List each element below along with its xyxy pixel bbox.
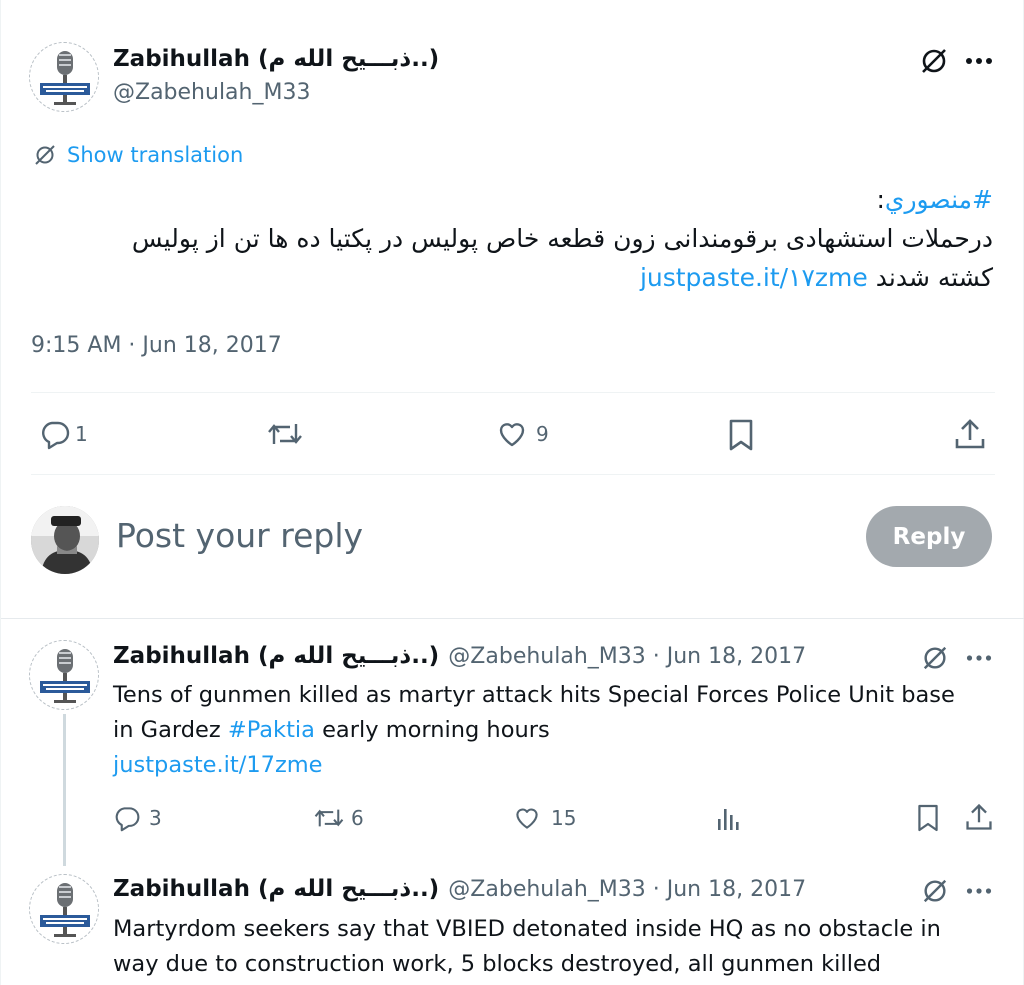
reply-button[interactable]: Reply [866, 506, 992, 567]
thread-text-line-1: Tens of gunmen killed as martyr attack h… [113, 682, 955, 708]
author-handle[interactable]: @Zabehulah_M33 [113, 80, 310, 105]
grok-icon[interactable] [919, 46, 949, 76]
more-icon[interactable] [965, 57, 993, 65]
like-icon [496, 418, 528, 450]
thread-header: Zabihullah (ذبـــیح الله م..) @Zabehulah… [113, 876, 806, 902]
bookmark-icon[interactable] [727, 418, 755, 452]
hashtag-line: #منصوري: [33, 180, 993, 219]
share-icon[interactable] [964, 802, 994, 832]
reply-count: 1 [75, 422, 88, 446]
thread-like-action[interactable]: 15 [513, 804, 576, 832]
tweet-body: #منصوري: درحملات استشهادی برقومندانی زون… [33, 180, 993, 297]
more-icon[interactable] [966, 887, 992, 895]
thread-text-line-2: in Gardez #Paktia early morning hours [113, 713, 1003, 748]
grok-icon[interactable] [921, 877, 949, 905]
show-translation-label: Show translation [67, 143, 244, 167]
microphone-avatar-icon [40, 883, 90, 937]
like-count: 9 [536, 422, 549, 446]
reply-input[interactable]: Post your reply [116, 516, 816, 555]
tweet-timestamp[interactable]: 9:15 AM · Jun 18, 2017 [31, 333, 282, 358]
reply-icon [39, 418, 71, 450]
hashtag-colon: : [876, 185, 885, 214]
grok-icon[interactable] [921, 644, 949, 672]
like-action[interactable]: 9 [496, 418, 549, 450]
divider [31, 392, 995, 393]
thread-text-line-2-end: early morning hours [314, 717, 550, 743]
repost-icon [313, 804, 345, 832]
body-line-1: درحملات استشهادی برقومندانی زون قطعه خاص… [131, 224, 993, 253]
author-name[interactable]: Zabihullah (ذبـــیح الله م..) [113, 46, 439, 72]
thread-reply-action[interactable]: 3 [113, 804, 162, 832]
thread-meta[interactable]: @Zabehulah_M33 · Jun 18, 2017 [448, 644, 806, 669]
share-icon[interactable] [953, 417, 987, 451]
repost-icon[interactable] [266, 418, 304, 450]
hashtag-link[interactable]: #منصوري [885, 185, 993, 214]
body-line-2-text: کشته شدند [875, 263, 993, 292]
thread-repost-action[interactable]: 6 [313, 804, 364, 832]
divider [1, 618, 1024, 619]
thread-text: Martyrdom seekers say that VBIED detonat… [113, 912, 1003, 982]
thread-avatar[interactable] [29, 874, 99, 944]
thread-author-name[interactable]: Zabihullah (ذبـــیح الله م..) [113, 876, 439, 902]
thread-text-line-2-start: in Gardez [113, 717, 228, 743]
thread-connector [63, 714, 66, 866]
thread-like-count: 15 [551, 806, 577, 830]
paktia-hashtag[interactable]: #Paktia [228, 717, 315, 743]
views-icon[interactable] [715, 806, 741, 832]
reply-action[interactable]: 1 [39, 418, 88, 450]
thread-text: Tens of gunmen killed as martyr attack h… [113, 678, 1003, 783]
thread-meta[interactable]: @Zabehulah_M33 · Jun 18, 2017 [448, 877, 806, 902]
thread-link[interactable]: justpaste.it/17zme [113, 748, 1003, 783]
thread-repost-count: 6 [351, 806, 364, 830]
justpaste-link[interactable]: justpaste.it/۱۷zme [640, 263, 868, 292]
thread-text-line-2: way due to construction work, 5 blocks d… [113, 951, 882, 977]
translate-icon [33, 143, 57, 167]
thread-header: Zabihullah (ذبـــیح الله م..) @Zabehulah… [113, 643, 806, 669]
show-translation-button[interactable]: Show translation [33, 143, 243, 167]
thread-avatar[interactable] [29, 640, 99, 710]
microphone-avatar-icon [40, 649, 90, 703]
reply-icon [113, 804, 141, 832]
bookmark-icon[interactable] [916, 803, 940, 833]
thread-author-name[interactable]: Zabihullah (ذبـــیح الله م..) [113, 643, 439, 669]
thread-reply-count: 3 [149, 806, 162, 830]
tweet-page: Zabihullah (ذبـــیح الله م..) @Zabehulah… [0, 0, 1024, 985]
microphone-avatar-icon [40, 51, 90, 105]
like-icon [513, 804, 541, 832]
body-line-2: کشته شدند justpaste.it/۱۷zme [33, 258, 993, 297]
author-avatar[interactable] [29, 42, 99, 112]
user-avatar[interactable] [31, 506, 99, 574]
more-icon[interactable] [966, 654, 992, 662]
thread-text-line-1: Martyrdom seekers say that VBIED detonat… [113, 916, 941, 942]
divider [31, 474, 995, 475]
